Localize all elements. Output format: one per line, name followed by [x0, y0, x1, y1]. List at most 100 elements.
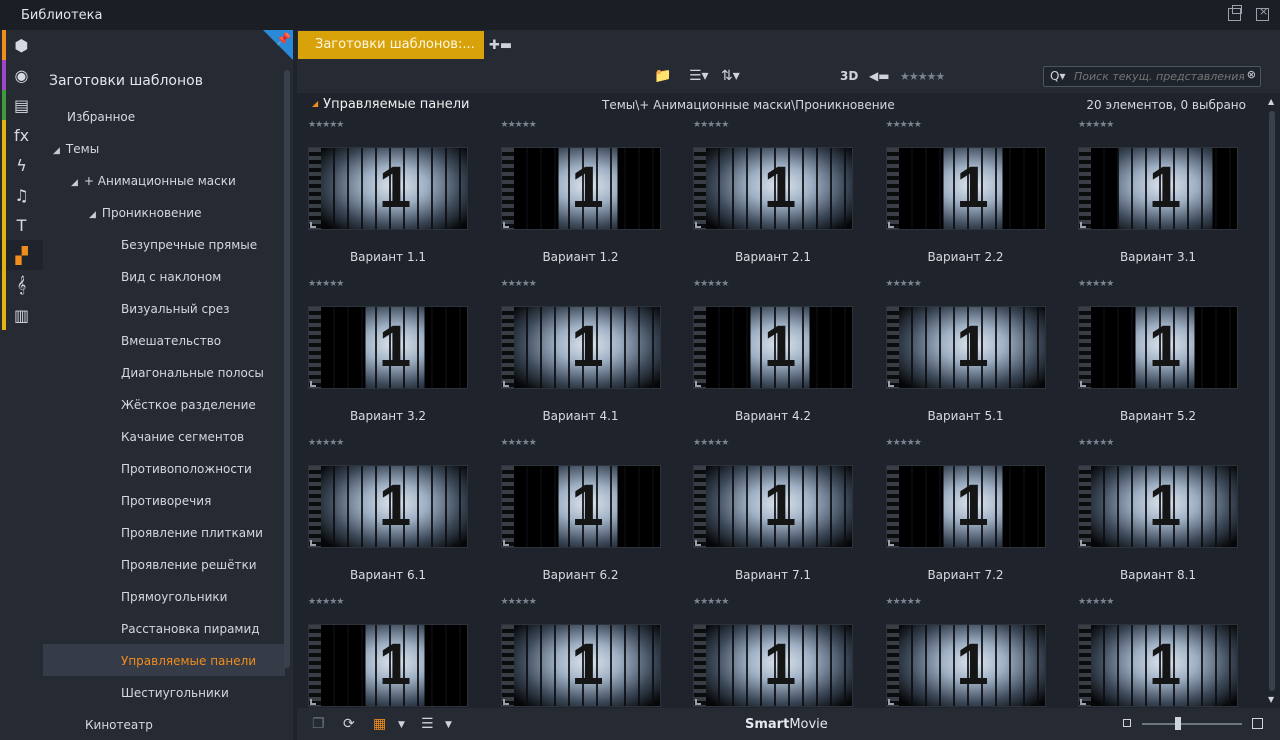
category-treble-clef[interactable]: 𝄞 [0, 270, 43, 300]
category-piano[interactable]: ▥ [0, 300, 43, 330]
copy-icon[interactable]: ❐ [312, 716, 325, 732]
tree-node[interactable]: ◢ + Анимационные маски [71, 174, 236, 188]
template-thumbnail[interactable]: 1 [885, 306, 1046, 389]
template-item[interactable]: ★★★★★ 1 Вариант 4.2 [682, 275, 874, 434]
template-thumbnail[interactable]: 1 [500, 624, 661, 707]
scroll-down-icon[interactable]: ▼ [1268, 695, 1274, 704]
tree-node[interactable]: Проявление плитками [121, 526, 263, 540]
scroll-up-icon[interactable]: ▲ [1268, 97, 1274, 106]
template-thumbnail[interactable]: 1 [500, 306, 661, 389]
search-box[interactable]: Q▾ ⊗ [1043, 66, 1261, 87]
template-thumbnail[interactable]: 1 [693, 147, 853, 230]
category-copy-stack[interactable]: ▤ [0, 90, 43, 120]
expand-arrow-icon[interactable]: ◢ [71, 178, 78, 188]
expand-arrow-icon[interactable]: ◢ [53, 146, 60, 156]
tree-node[interactable]: Безупречные прямые [121, 238, 257, 252]
tag-icon[interactable]: ◀▬ [869, 69, 890, 83]
template-thumbnail[interactable]: 1 [1078, 624, 1238, 707]
item-rating[interactable]: ★★★★★ [308, 597, 344, 607]
view-list-icon[interactable]: ☰▾ [689, 68, 709, 84]
category-music-note[interactable]: ♫ [0, 180, 43, 210]
template-thumbnail[interactable]: 1 [693, 465, 853, 548]
template-thumbnail[interactable]: 1 [1078, 465, 1238, 548]
item-rating[interactable]: ★★★★★ [1078, 438, 1114, 448]
item-rating[interactable]: ★★★★★ [693, 120, 729, 130]
template-thumbnail[interactable]: 1 [500, 147, 661, 230]
tree-node[interactable]: Расстановка пирамид [121, 622, 260, 636]
category-fx[interactable]: fx [0, 120, 43, 150]
template-item[interactable]: ★★★★★ 1 Вариант 7.2 [875, 434, 1067, 593]
item-rating[interactable]: ★★★★★ [886, 597, 922, 607]
zoom-small-icon[interactable] [1123, 719, 1131, 727]
category-lightning[interactable]: ϟ [0, 150, 43, 180]
grid-view-dropdown-icon[interactable]: ▼ [398, 720, 405, 730]
tree-node[interactable]: Жёсткое разделение [121, 398, 256, 412]
item-rating[interactable]: ★★★★★ [886, 438, 922, 448]
template-item[interactable]: ★★★★★ 1 [682, 593, 874, 708]
category-blocks[interactable]: ▞ [0, 240, 43, 270]
template-item[interactable]: ★★★★★ 1 Вариант 6.1 [297, 434, 489, 593]
tree-node[interactable]: Управляемые панели [121, 654, 256, 668]
template-item[interactable]: ★★★★★ 1 Вариант 5.1 [875, 275, 1067, 434]
template-item[interactable]: ★★★★★ 1 Вариант 2.1 [682, 116, 874, 275]
zoom-large-icon[interactable] [1252, 718, 1263, 729]
template-thumbnail[interactable]: 1 [308, 624, 468, 707]
template-item[interactable]: ★★★★★ 1 Вариант 5.2 [1067, 275, 1259, 434]
template-thumbnail[interactable]: 1 [1078, 306, 1238, 389]
item-rating[interactable]: ★★★★★ [1078, 120, 1114, 130]
item-rating[interactable]: ★★★★★ [308, 438, 344, 448]
template-item[interactable]: ★★★★★ 1 [1067, 593, 1259, 708]
item-rating[interactable]: ★★★★★ [1078, 279, 1114, 289]
template-thumbnail[interactable]: 1 [885, 624, 1046, 707]
template-thumbnail[interactable]: 1 [885, 147, 1046, 230]
search-input[interactable] [1074, 69, 1244, 84]
sort-icon[interactable]: ⇅▾ [721, 68, 740, 84]
template-thumbnail[interactable]: 1 [693, 624, 853, 707]
pin-icon[interactable]: 📌 [263, 30, 293, 60]
tree-node[interactable]: Кинотеатр [85, 718, 153, 732]
grid-view-icon[interactable]: ▦ [373, 716, 386, 732]
close-window-icon[interactable] [1256, 5, 1269, 21]
item-rating[interactable]: ★★★★★ [308, 279, 344, 289]
template-thumbnail[interactable]: 1 [500, 465, 661, 548]
template-item[interactable]: ★★★★★ 1 Вариант 7.1 [682, 434, 874, 593]
item-rating[interactable]: ★★★★★ [693, 597, 729, 607]
template-item[interactable]: ★★★★★ 1 [490, 593, 682, 708]
template-thumbnail[interactable]: 1 [1078, 147, 1238, 230]
template-item[interactable]: ★★★★★ 1 Вариант 6.2 [490, 434, 682, 593]
template-item[interactable]: ★★★★★ 1 [875, 593, 1067, 708]
category-title-text[interactable]: T [0, 210, 43, 240]
content-scrollbar[interactable]: ▲ ▼ [1268, 97, 1276, 704]
item-rating[interactable]: ★★★★★ [501, 279, 537, 289]
section-toggle[interactable]: ◢ Управляемые панели [312, 97, 470, 112]
template-item[interactable]: ★★★★★ 1 Вариант 3.1 [1067, 116, 1259, 275]
template-item[interactable]: ★★★★★ 1 Вариант 2.2 [875, 116, 1067, 275]
smartmovie-button[interactable]: SmartMovie [745, 717, 828, 732]
item-rating[interactable]: ★★★★★ [1078, 597, 1114, 607]
list-view-dropdown-icon[interactable]: ▼ [445, 720, 452, 730]
template-item[interactable]: ★★★★★ 1 Вариант 1.2 [490, 116, 682, 275]
tree-node[interactable]: Диагональные полосы [121, 366, 264, 380]
template-thumbnail[interactable]: 1 [885, 465, 1046, 548]
template-item[interactable]: ★★★★★ 1 Вариант 1.1 [297, 116, 489, 275]
tree-node[interactable]: ◢ Проникновение [89, 206, 201, 220]
tree-node[interactable]: Противоположности [121, 462, 252, 476]
tree-node[interactable]: ◢ Темы [53, 142, 99, 156]
template-item[interactable]: ★★★★★ 1 Вариант 4.1 [490, 275, 682, 434]
3d-filter-button[interactable]: 3D [840, 69, 858, 83]
category-project-box[interactable]: ⬢ [0, 30, 43, 60]
item-rating[interactable]: ★★★★★ [886, 279, 922, 289]
template-item[interactable]: ★★★★★ 1 Вариант 8.1 [1067, 434, 1259, 593]
item-rating[interactable]: ★★★★★ [501, 597, 537, 607]
template-thumbnail[interactable]: 1 [308, 306, 468, 389]
item-rating[interactable]: ★★★★★ [308, 120, 344, 130]
search-icon[interactable]: Q▾ [1050, 69, 1065, 83]
tree-node[interactable]: Вид с наклоном [121, 270, 221, 284]
restore-window-icon[interactable] [1228, 5, 1242, 21]
tree-node[interactable]: Шестиугольники [121, 686, 229, 700]
tree-node[interactable]: Вмешательство [121, 334, 221, 348]
template-thumbnail[interactable]: 1 [693, 306, 853, 389]
collapse-arrow-icon[interactable]: ◢ [312, 99, 318, 108]
item-rating[interactable]: ★★★★★ [501, 438, 537, 448]
tree-node[interactable]: Противоречия [121, 494, 211, 508]
